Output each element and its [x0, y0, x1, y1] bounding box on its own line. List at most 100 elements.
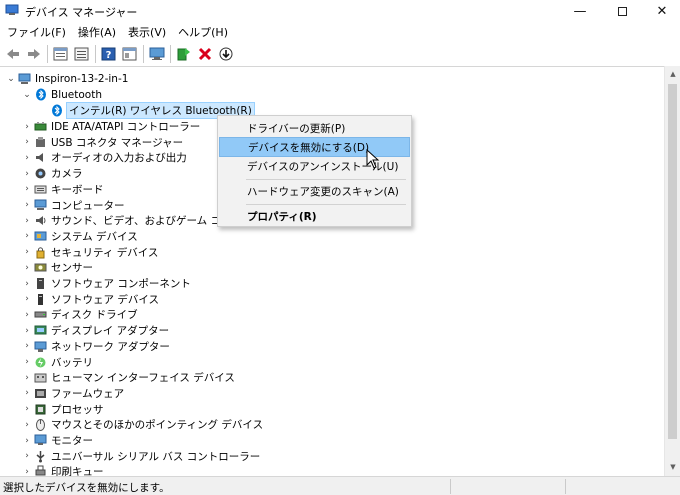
monitor-icon [34, 434, 47, 447]
expand-chevron-icon[interactable]: › [22, 150, 32, 165]
tree-category[interactable]: › USB コネクタ マネージャー [22, 135, 183, 150]
expand-chevron-icon[interactable]: › [22, 198, 32, 213]
tree-category[interactable]: › ディスク ドライブ [22, 307, 137, 322]
expand-chevron-icon[interactable]: › [22, 292, 32, 307]
expand-chevron-icon[interactable]: › [22, 449, 32, 464]
tree-category[interactable]: › ヒューマン インターフェイス デバイス [22, 370, 235, 385]
expand-chevron-icon[interactable]: › [22, 417, 32, 432]
firmware-icon [34, 387, 47, 400]
disk-drive-icon [34, 308, 47, 321]
device-manager-icon [5, 4, 19, 15]
tree-category[interactable]: › オーディオの入力および出力 [22, 150, 187, 165]
hid-icon [34, 371, 47, 384]
tree-category[interactable]: › ユニバーサル シリアル バス コントローラー [22, 449, 260, 464]
tree-category-label: マウスとそのほかのポインティング デバイス [51, 419, 264, 432]
tree-category[interactable]: › ソフトウェア デバイス [22, 292, 159, 307]
status-bar: 選択したデバイスを無効にします。 [0, 476, 680, 495]
list-icon [74, 47, 89, 61]
tree-category[interactable]: › システム デバイス [22, 229, 138, 244]
expand-chevron-icon[interactable]: › [22, 370, 32, 385]
tree-category[interactable]: › モニター [22, 433, 93, 448]
toolbar-separator [170, 45, 171, 63]
computer-icon [18, 72, 31, 85]
tree-category[interactable]: › バッテリ [22, 355, 93, 370]
tree-category-label: ヒューマン インターフェイス デバイス [51, 372, 235, 385]
toolbar-separator [143, 45, 144, 63]
menu-action[interactable]: 操作(A) [73, 24, 121, 40]
expand-chevron-icon[interactable]: › [22, 433, 32, 448]
scan-hardware-button[interactable] [148, 46, 165, 63]
scrollbar-thumb[interactable] [668, 84, 677, 439]
menu-item-disable-device[interactable]: デバイスを無効にする(D) [219, 137, 410, 157]
expand-chevron-icon[interactable]: › [22, 182, 32, 197]
expand-chevron-icon[interactable]: › [22, 135, 32, 150]
expand-chevron-icon[interactable]: › [22, 245, 32, 260]
view-list-button[interactable] [73, 46, 90, 63]
processor-icon [34, 403, 47, 416]
expand-chevron-icon[interactable]: › [22, 260, 32, 275]
maximize-icon [617, 6, 627, 16]
tree-category[interactable]: › センサー [22, 260, 93, 275]
close-button[interactable]: ✕ [644, 0, 680, 22]
tree-category[interactable]: › ディスプレイ アダプター [22, 323, 169, 338]
properties-button[interactable] [52, 46, 69, 63]
expand-chevron-icon[interactable]: › [22, 402, 32, 417]
expand-chevron-icon[interactable]: › [22, 355, 32, 370]
panel-button[interactable] [121, 46, 138, 63]
update-driver-button[interactable] [175, 46, 192, 63]
forward-button[interactable] [25, 46, 42, 63]
tree-category-label: ファームウェア [51, 387, 125, 400]
tree-category[interactable]: › マウスとそのほかのポインティング デバイス [22, 417, 263, 432]
minimize-button[interactable]: — [562, 0, 598, 22]
menu-item-update-driver[interactable]: ドライバーの更新(P) [219, 118, 410, 138]
tree-category[interactable]: › ネットワーク アダプター [22, 339, 170, 354]
maximize-button[interactable] [604, 0, 640, 22]
tree-category[interactable]: › プロセッサ [22, 402, 103, 417]
tree-category[interactable]: › ファームウェア [22, 386, 124, 401]
tree-root[interactable]: ⌄ Inspiron-13-2-in-1 [6, 71, 128, 86]
tree-category-label: センサー [51, 262, 93, 275]
expand-chevron-icon[interactable]: › [22, 119, 32, 134]
tree-category[interactable]: › セキュリティ デバイス [22, 245, 158, 260]
tree-category[interactable]: › コンピューター [22, 198, 125, 213]
menu-file[interactable]: ファイル(F) [2, 24, 71, 40]
status-text: 選択したデバイスを無効にします。 [3, 482, 170, 494]
vertical-scrollbar[interactable]: ▲ ▼ [664, 66, 680, 476]
expand-chevron-icon[interactable]: › [22, 213, 32, 228]
help-button[interactable]: ? [100, 46, 117, 63]
back-button[interactable] [4, 46, 21, 63]
tree-category[interactable]: › キーボード [22, 182, 103, 197]
expand-chevron-icon[interactable]: › [22, 166, 32, 181]
expand-chevron-icon[interactable]: › [22, 339, 32, 354]
collapse-chevron-icon[interactable]: ⌄ [6, 71, 16, 86]
expand-chevron-icon[interactable]: › [22, 276, 32, 291]
uninstall-button[interactable] [196, 46, 213, 63]
menu-help[interactable]: ヘルプ(H) [173, 24, 233, 40]
scroll-down-icon[interactable]: ▼ [665, 460, 680, 474]
tree-category-bluetooth[interactable]: ⌄ Bluetooth [22, 87, 102, 102]
forward-arrow-icon [27, 49, 40, 59]
collapse-chevron-icon[interactable]: ⌄ [22, 87, 32, 102]
expand-chevron-icon[interactable]: › [22, 323, 32, 338]
tree-category-label: カメラ [51, 168, 83, 181]
toolbar-separator [47, 45, 48, 63]
download-button[interactable] [217, 46, 234, 63]
menu-item-properties[interactable]: プロパティ(R) [219, 206, 410, 226]
menu-item-uninstall-device[interactable]: デバイスのアンインストール(U) [219, 156, 410, 176]
tree-category-label: オーディオの入力および出力 [51, 152, 187, 165]
menu-item-scan-hardware[interactable]: ハードウェア変更のスキャン(A) [219, 181, 410, 201]
help-icon: ? [101, 47, 116, 61]
menu-bar: ファイル(F) 操作(A) 表示(V) ヘルプ(H) [0, 22, 680, 42]
expand-chevron-icon[interactable]: › [22, 307, 32, 322]
menu-view[interactable]: 表示(V) [123, 24, 171, 40]
expand-chevron-icon[interactable]: › [22, 229, 32, 244]
tree-category[interactable]: › ソフトウェア コンポーネント [22, 276, 191, 291]
software-component-icon [34, 277, 47, 290]
expand-chevron-icon[interactable]: › [22, 386, 32, 401]
tree-category[interactable]: › カメラ [22, 166, 83, 181]
tree-category-label: IDE ATA/ATAPI コントローラー [51, 121, 201, 133]
tree-category[interactable]: › IDE ATA/ATAPI コントローラー [22, 119, 200, 134]
camera-icon [34, 167, 47, 180]
sensor-icon [34, 261, 47, 274]
scroll-up-icon[interactable]: ▲ [665, 67, 680, 81]
